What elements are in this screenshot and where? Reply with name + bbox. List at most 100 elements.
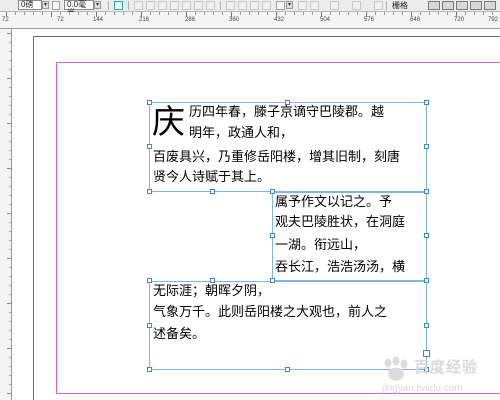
- grid-option-5-icon[interactable]: [484, 1, 496, 10]
- resize-handle[interactable]: [147, 367, 152, 372]
- ruler-tick: [294, 12, 295, 15]
- ruler-tick: [7, 393, 11, 394]
- ruler-label: 576: [364, 17, 375, 23]
- resize-handle[interactable]: [424, 189, 429, 194]
- ruler-tick: [51, 12, 52, 17]
- ruler-tick: [483, 12, 484, 15]
- resize-handle[interactable]: [285, 367, 290, 372]
- indent-icon[interactable]: [250, 1, 259, 10]
- ruler-tick: [9, 321, 11, 322]
- resize-handle[interactable]: [147, 323, 152, 328]
- drop-cap-icon[interactable]: [374, 1, 383, 10]
- text-line: 属予作文以记之。予: [275, 195, 393, 210]
- text-line: 吞长江，浩浩汤汤，横: [275, 260, 406, 275]
- ruler-tick: [393, 12, 394, 15]
- text-line: 明年，政通人和，: [189, 126, 294, 141]
- align-away-spine-icon[interactable]: [206, 1, 215, 10]
- ruler-tick: [429, 12, 430, 15]
- ruler-tick: [492, 12, 493, 15]
- ruler-tick: [159, 12, 160, 15]
- font-size-dropdown[interactable]: ▾: [42, 1, 49, 9]
- ruler-tick: [213, 12, 214, 15]
- grid-option-3-icon[interactable]: [456, 1, 468, 10]
- ruler-tick: [186, 12, 187, 17]
- leading-field[interactable]: 0.0毫米: [64, 0, 94, 17]
- resize-handle[interactable]: [424, 233, 429, 238]
- ruler-tick: [9, 96, 11, 97]
- numbered-list-icon[interactable]: [238, 1, 247, 10]
- columns-icon[interactable]: [276, 1, 285, 10]
- resize-handle[interactable]: [147, 189, 152, 194]
- ruler-label: 792: [488, 17, 499, 23]
- resize-handle[interactable]: [424, 323, 429, 328]
- ruler-tick: [141, 12, 142, 17]
- align-towards-spine-icon[interactable]: [194, 1, 203, 10]
- resize-handle[interactable]: [424, 100, 429, 105]
- ruler-tick: [330, 12, 331, 15]
- bullet-list-icon[interactable]: [226, 1, 235, 10]
- ruler-tick: [7, 213, 11, 214]
- resize-handle[interactable]: [424, 144, 429, 149]
- columns-dropdown[interactable]: ▾: [286, 1, 293, 9]
- justify-all-icon[interactable]: [182, 1, 191, 10]
- ruler-tick: [195, 12, 196, 15]
- resize-handle[interactable]: [147, 144, 152, 149]
- ruler-tick: [9, 186, 11, 187]
- ruler-tick: [204, 12, 205, 15]
- ruler-tick: [96, 12, 97, 17]
- grid-option-1-icon[interactable]: [428, 1, 440, 10]
- text-line: 百废具兴，乃重修岳阳楼，增其旧制，刻唐: [153, 150, 401, 165]
- grid-align-label[interactable]: 栅格: [392, 1, 408, 10]
- vertical-ruler[interactable]: [0, 29, 12, 400]
- align-right-icon[interactable]: [158, 1, 167, 10]
- span-columns-icon[interactable]: [330, 1, 339, 10]
- ruler-tick: [9, 312, 11, 313]
- grid-option-2-icon[interactable]: [442, 1, 454, 10]
- ruler-tick: [357, 12, 358, 15]
- ruler-tick: [276, 12, 277, 17]
- ruler-tick: [9, 51, 11, 52]
- text-line: 气象万千。此则岳阳楼之大观也，前人之: [153, 305, 388, 320]
- ruler-tick: [9, 105, 11, 106]
- ruler-label: 720: [454, 17, 465, 23]
- ruler-tick: [375, 12, 376, 15]
- ruler-tick: [9, 339, 11, 340]
- leading-dropdown[interactable]: ▾: [94, 1, 101, 9]
- tab-stops-icon[interactable]: [352, 1, 361, 10]
- color-swatch-icon[interactable]: [114, 1, 123, 10]
- text-line: 贤今人诗赋于其上。: [153, 170, 271, 185]
- ruler-tick: [9, 177, 11, 178]
- ruler-tick: [6, 12, 7, 17]
- ruler-tick: [312, 12, 313, 15]
- resize-handle[interactable]: [147, 278, 152, 283]
- ruler-tick: [9, 231, 11, 232]
- align-left-icon[interactable]: [134, 1, 143, 10]
- ruler-tick: [9, 204, 11, 205]
- horizontal-ruler[interactable]: 72 72 144 216 288 360 432 504 576 648 72…: [0, 12, 500, 29]
- ruler-tick: [168, 12, 169, 15]
- ruler-tick: [240, 12, 241, 15]
- paragraph-border-icon[interactable]: [310, 1, 319, 10]
- ruler-label: 72: [57, 17, 64, 23]
- grid-option-4-icon[interactable]: [470, 1, 482, 10]
- page-edge-top: [33, 36, 500, 37]
- outdent-icon[interactable]: [262, 1, 271, 10]
- align-center-icon[interactable]: [146, 1, 155, 10]
- ruler-tick: [177, 12, 178, 15]
- resize-handle[interactable]: [270, 189, 275, 194]
- text-line: 无际涯；朝晖夕阴，: [153, 284, 271, 299]
- resize-handle[interactable]: [210, 189, 215, 194]
- resize-handle[interactable]: [210, 278, 215, 283]
- justify-icon[interactable]: [170, 1, 179, 10]
- resize-handle[interactable]: [424, 278, 429, 283]
- ruler-tick: [339, 12, 340, 15]
- resize-handle[interactable]: [270, 278, 275, 283]
- ruler-label: 504: [320, 17, 331, 23]
- text-line: 观夫巴陵胜状，在洞庭: [275, 215, 406, 230]
- ruler-tick: [267, 12, 268, 15]
- ruler-tick: [9, 294, 11, 295]
- ruler-tick: [7, 348, 11, 349]
- paragraph-shading-icon[interactable]: [298, 1, 307, 10]
- ruler-tick: [231, 12, 232, 17]
- font-size-field[interactable]: 0磅: [18, 0, 42, 10]
